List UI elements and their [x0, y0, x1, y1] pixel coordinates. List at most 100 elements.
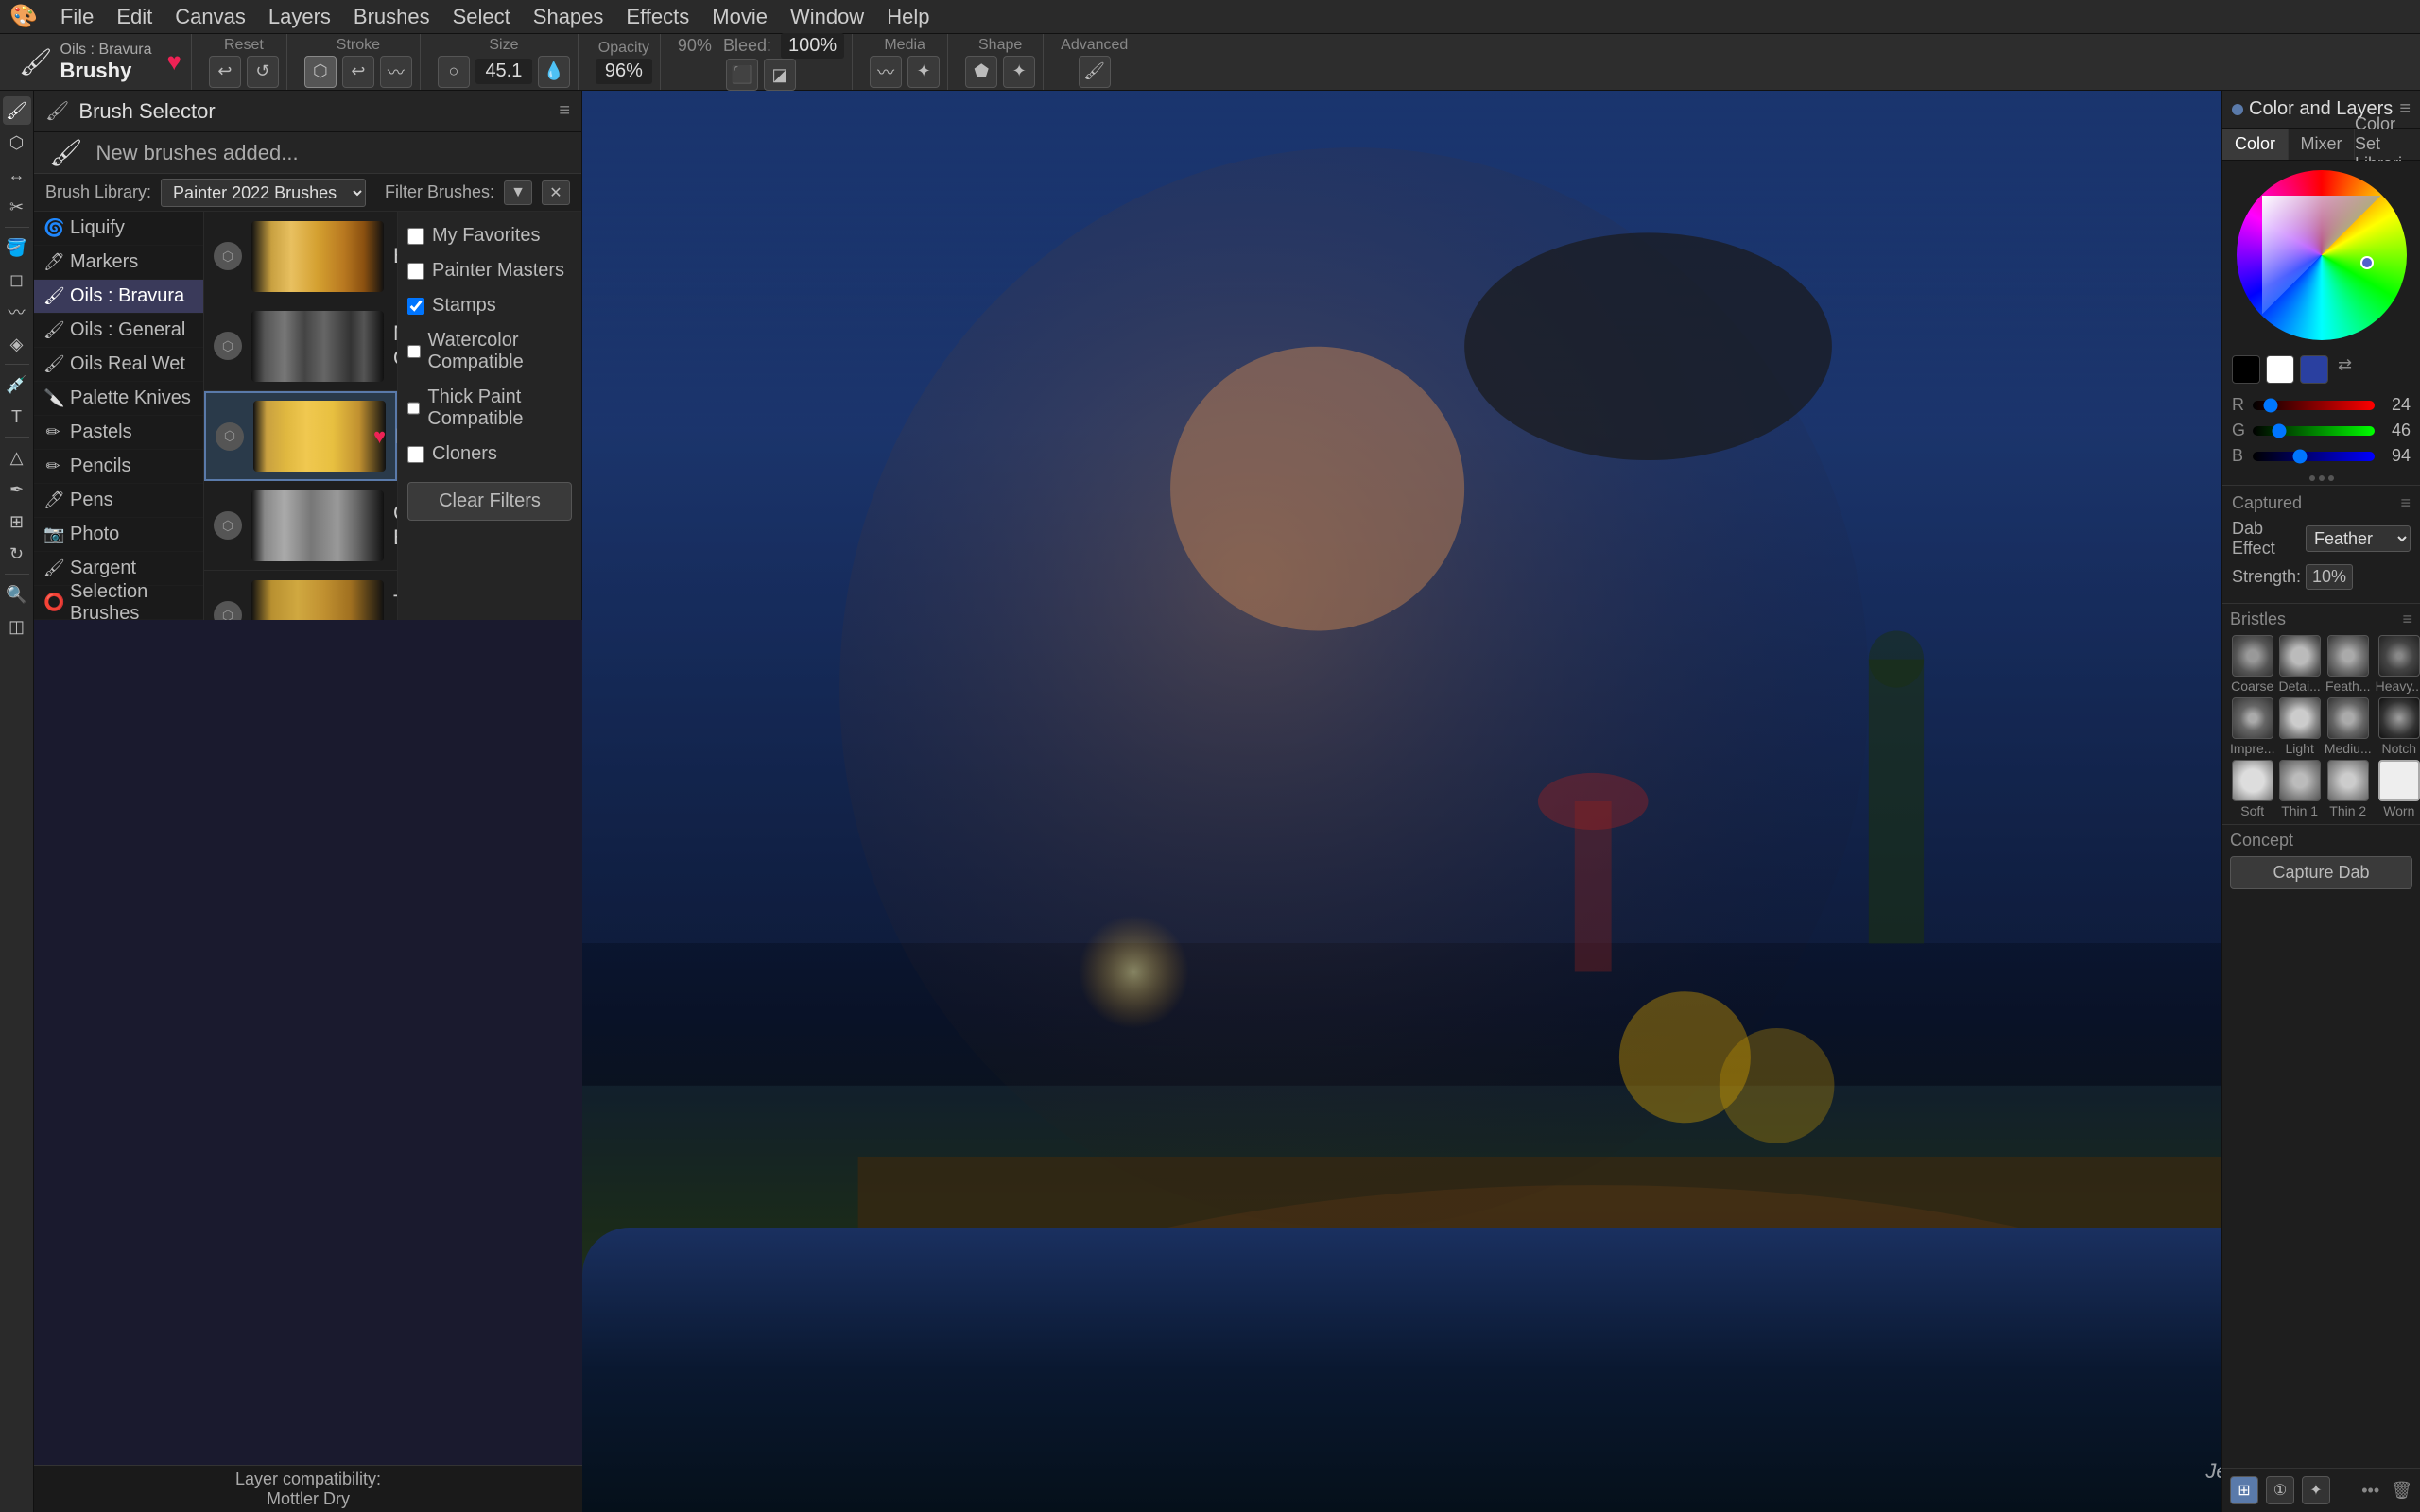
layers-view-btn[interactable]: ⊞ — [2230, 1476, 2258, 1504]
category-item-photo[interactable]: 📷 Photo — [34, 518, 203, 552]
menu-movie[interactable]: Movie — [712, 5, 768, 29]
color-wheel[interactable] — [2237, 170, 2407, 340]
filter-stamps[interactable]: Stamps — [407, 291, 572, 320]
bristle-coarse[interactable]: Coarse — [2230, 635, 2274, 694]
category-item-pastels[interactable]: ✏ Pastels — [34, 416, 203, 450]
bristle-detail[interactable]: Detai... — [2278, 635, 2320, 694]
bristle-thin2[interactable]: Thin 2 — [2325, 760, 2372, 818]
color-tab-mixer[interactable]: Mixer — [2289, 129, 2355, 160]
menu-canvas[interactable]: Canvas — [175, 5, 246, 29]
shape-randomize-btn[interactable]: ✦ — [1003, 56, 1035, 88]
g-slider[interactable] — [2253, 426, 2375, 436]
menu-window[interactable]: Window — [790, 5, 864, 29]
swatch-white[interactable] — [2266, 355, 2294, 384]
advanced-btn[interactable]: 🖌 — [1079, 56, 1111, 88]
menu-file[interactable]: File — [60, 5, 94, 29]
bristle-medium[interactable]: Mediu... — [2325, 697, 2372, 756]
stroke-style-btn[interactable]: ↩ — [342, 56, 374, 88]
filter-my-favorites[interactable]: My Favorites — [407, 221, 572, 250]
bristle-thin1[interactable]: Thin 1 — [2278, 760, 2320, 818]
media-flow-btn[interactable]: 〰 — [870, 56, 902, 88]
select-tool-btn[interactable]: ⬡ — [3, 129, 31, 157]
menu-layers[interactable]: Layers — [268, 5, 331, 29]
canvas-area[interactable]: Jeremiah Trammell — [582, 91, 2420, 1512]
size-value[interactable]: 45.1 — [475, 59, 532, 84]
category-item-selection-brushes[interactable]: ⭕ Selection Brushes — [34, 586, 203, 620]
menu-edit[interactable]: Edit — [116, 5, 152, 29]
category-item-liquify[interactable]: 🌀 Liquify — [34, 212, 203, 246]
brush-panel-menu-btn[interactable]: ≡ — [559, 100, 570, 122]
eraser-tool-btn[interactable]: ◻ — [3, 266, 31, 294]
filter-painter-masters[interactable]: Painter Masters — [407, 256, 572, 285]
menu-shapes[interactable]: Shapes — [533, 5, 604, 29]
crop-tool-btn[interactable]: ✂ — [3, 193, 31, 221]
bristle-worn[interactable]: Worn — [2376, 760, 2420, 818]
menu-help[interactable]: Help — [887, 5, 929, 29]
menu-brushes[interactable]: Brushes — [354, 5, 430, 29]
brush-item-brushy[interactable]: ⬡ Brushy ♥ — [204, 391, 397, 481]
filter-btn[interactable]: ▼ — [504, 180, 532, 205]
grid-tool-btn[interactable]: ⊞ — [3, 507, 31, 536]
category-item-markers[interactable]: 🖊 Markers — [34, 246, 203, 280]
delete-layer-btn[interactable]: 🗑 — [2391, 1481, 2412, 1501]
color-tab-color-set[interactable]: Color Set Librari... — [2355, 129, 2420, 160]
brush-item-messy-oil[interactable]: ⬡ Messy Oil — [204, 301, 397, 391]
brush-item-chip-bristle[interactable]: ⬡ Chip Bristle — [204, 481, 397, 571]
brush-favorite-button[interactable]: ♥ — [166, 47, 181, 77]
filter-cloners[interactable]: Cloners — [407, 439, 572, 469]
category-item-pens[interactable]: 🖊 Pens — [34, 484, 203, 518]
shape-tool-btn[interactable]: △ — [3, 443, 31, 472]
cloners-checkbox[interactable] — [407, 446, 424, 463]
color-tab-color[interactable]: Color — [2222, 129, 2289, 160]
paint-tool-btn[interactable]: 🖌 — [3, 96, 31, 125]
layer-btn[interactable]: ◫ — [3, 612, 31, 641]
bristle-feather[interactable]: Feath... — [2325, 635, 2372, 694]
bristle-heavy[interactable]: Heavy... — [2376, 635, 2420, 694]
shape-type-btn[interactable]: ⬟ — [965, 56, 997, 88]
menu-select[interactable]: Select — [453, 5, 510, 29]
bleed-value[interactable]: 100% — [781, 33, 844, 59]
swap-colors-btn[interactable]: ⇄ — [2338, 355, 2352, 384]
stamps-checkbox[interactable] — [407, 298, 424, 315]
bristle-light[interactable]: Light — [2278, 697, 2320, 756]
more-options-btn[interactable]: ••• — [2361, 1481, 2379, 1501]
b-slider[interactable] — [2253, 452, 2375, 461]
swatch-current-color[interactable] — [2300, 355, 2328, 384]
r-slider[interactable] — [2253, 401, 2375, 410]
rotate-tool-btn[interactable]: ↻ — [3, 540, 31, 568]
reset-stroke-btn[interactable]: ↩ — [209, 56, 241, 88]
bristle-notch[interactable]: Notch — [2376, 697, 2420, 756]
brush-item-buttery[interactable]: ⬡ Buttery — [204, 212, 397, 301]
opacity-value[interactable]: 96% — [596, 59, 652, 84]
painter-masters-checkbox[interactable] — [407, 263, 424, 280]
dab-effect-select[interactable]: Feather — [2306, 525, 2411, 552]
size-circle-btn[interactable]: ○ — [438, 56, 470, 88]
text-tool-btn[interactable]: T — [3, 403, 31, 431]
menu-effects[interactable]: Effects — [626, 5, 689, 29]
bristle-soft[interactable]: Soft — [2230, 760, 2274, 818]
thick-paint-compatible-checkbox[interactable] — [407, 400, 420, 417]
category-item-palette-knives[interactable]: 🔪 Palette Knives — [34, 382, 203, 416]
stroke-type-btn[interactable]: ⬡ — [304, 56, 337, 88]
media-mode-btn[interactable]: ⬛ — [726, 59, 758, 91]
fill-tool-btn[interactable]: 🪣 — [3, 233, 31, 262]
eyedrop-tool-btn[interactable]: 💉 — [3, 370, 31, 399]
pen-tool-btn[interactable]: ✒ — [3, 475, 31, 504]
clear-filters-button[interactable]: Clear Filters — [407, 482, 572, 521]
library-select[interactable]: Painter 2022 Brushes — [161, 179, 366, 207]
my-favorites-checkbox[interactable] — [407, 228, 424, 245]
size-drop-btn[interactable]: 💧 — [538, 56, 570, 88]
media-blend-btn[interactable]: ◪ — [764, 59, 796, 91]
stroke-mode-btn[interactable]: 〰 — [380, 56, 412, 88]
smear-tool-btn[interactable]: 〰 — [3, 298, 31, 326]
channels-view-btn[interactable]: ① — [2266, 1476, 2294, 1504]
bristles-menu-btn[interactable]: ≡ — [2402, 610, 2412, 629]
brush-item-textured-stipple[interactable]: ⬡ Textured Stipple — [204, 571, 397, 620]
category-item-oils-bravura[interactable]: 🖌 Oils : Bravura — [34, 280, 203, 314]
zoom-tool-btn[interactable]: 🔍 — [3, 580, 31, 609]
media-texture-btn[interactable]: ✦ — [908, 56, 940, 88]
blend-tool-btn[interactable]: ◈ — [3, 330, 31, 358]
category-item-oils-general[interactable]: 🖌 Oils : General — [34, 314, 203, 348]
composite-view-btn[interactable]: ✦ — [2302, 1476, 2330, 1504]
swatch-black[interactable] — [2232, 355, 2260, 384]
